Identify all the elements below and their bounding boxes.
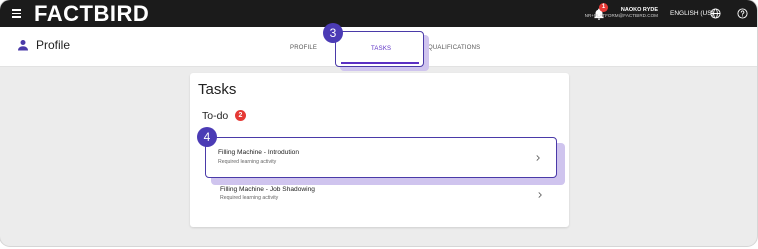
language-selector[interactable]: ENGLISH (US)	[670, 10, 714, 18]
user-email[interactable]: NR+PLATFORM@FACTBIRD.COM	[585, 13, 658, 19]
active-tab-indicator-highlighted	[341, 62, 419, 64]
person-icon	[18, 40, 28, 51]
tasks-card-title: Tasks	[198, 81, 237, 98]
app-logo[interactable]: FACTBIRD	[34, 2, 149, 26]
tab-tasks-highlighted-label[interactable]: TASKS	[371, 45, 391, 53]
globe-icon[interactable]	[710, 8, 721, 19]
step-3-badge: 3	[323, 23, 343, 43]
chevron-right-icon	[536, 155, 540, 161]
top-bar: FACTBIRD 1 NAOKO RYDE NR+PLATFORM@FACTBI…	[0, 0, 757, 27]
task-subtitle: Required learning activity	[218, 159, 277, 165]
page-title: Profile	[36, 38, 71, 52]
tab-profile[interactable]: PROFILE	[290, 44, 317, 52]
help-icon[interactable]	[737, 8, 748, 19]
app-window: FACTBIRD 1 NAOKO RYDE NR+PLATFORM@FACTBI…	[0, 0, 757, 246]
task-subtitle: Required learning activity	[220, 195, 279, 201]
menu-icon[interactable]	[12, 9, 21, 18]
notification-badge: 1	[599, 3, 608, 12]
tab-qualifications[interactable]: QUALIFICATIONS	[428, 44, 480, 52]
chevron-right-icon	[538, 192, 542, 198]
task-item-job-shadowing[interactable]: Filling Machine - Job Shadowing Required…	[208, 182, 558, 212]
todo-heading: To-do	[202, 110, 229, 122]
task-name: Filling Machine - Job Shadowing	[220, 186, 315, 193]
step-4-badge: 4	[197, 127, 217, 147]
task-item-introduction[interactable]: Filling Machine - Introdution Required l…	[205, 137, 557, 178]
task-name: Filling Machine - Introdution	[218, 149, 299, 156]
todo-count-badge: 2	[235, 110, 246, 121]
